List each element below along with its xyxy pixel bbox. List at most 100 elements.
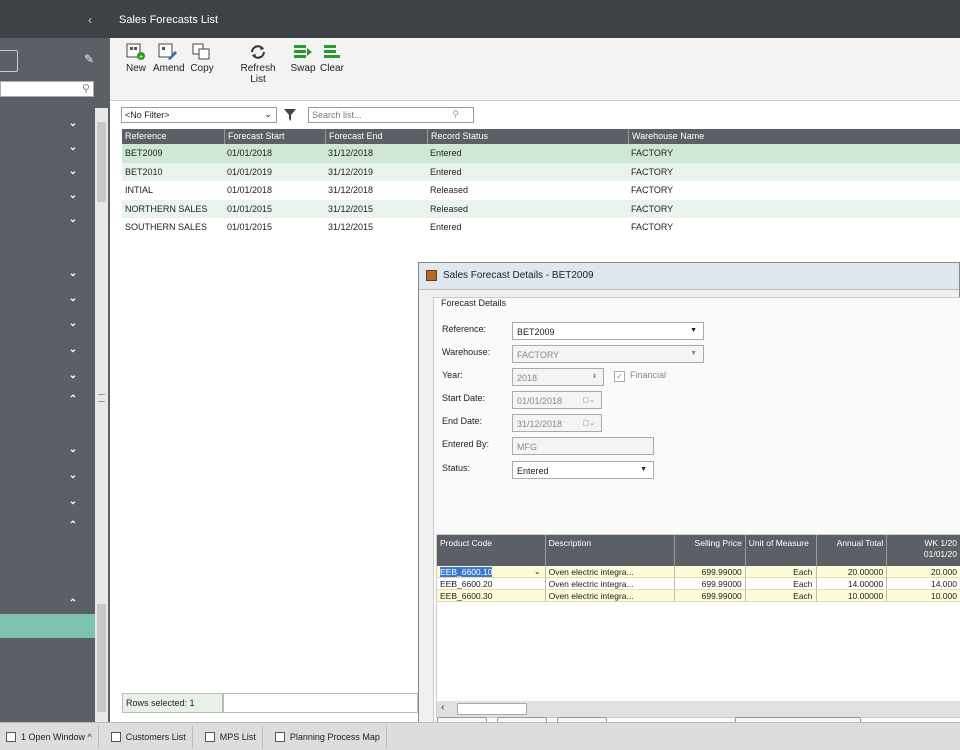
search-icon: ⚲ — [452, 109, 459, 119]
warehouse-dropdown[interactable]: FACTORY ▼ — [512, 345, 704, 363]
expand-chevron-icon[interactable]: ⌄ — [66, 214, 80, 225]
open-windows-button[interactable]: 1 Open Window ^ — [0, 725, 99, 748]
end-date-picker[interactable]: 31/12/2018 ▢⌄ — [512, 414, 602, 432]
chevron-down-icon: ⌄ — [264, 109, 272, 119]
calendar-icon[interactable]: ▢⌄ — [583, 419, 595, 427]
expand-chevron-icon[interactable]: ⌄ — [66, 166, 80, 177]
taskbar-mps-list[interactable]: MPS List — [199, 725, 263, 748]
collapse-chevron-up-icon[interactable]: ⌃ — [66, 598, 80, 609]
new-icon: + — [126, 43, 145, 61]
sidebar-search-input[interactable]: ⚲ — [0, 81, 94, 97]
collapse-chevron-icon[interactable]: ‹ — [88, 13, 92, 27]
scroll-left-icon[interactable]: ‹ — [441, 702, 444, 713]
expand-chevron-icon[interactable]: ⌄ — [66, 318, 80, 329]
product-code-value: EEB_6600.10 — [440, 567, 493, 577]
column-header[interactable]: Selling Price — [674, 535, 745, 566]
chevron-down-icon[interactable]: ⌄ — [534, 566, 541, 577]
column-header[interactable]: Forecast Start — [224, 129, 325, 144]
filter-funnel-icon[interactable] — [284, 109, 296, 121]
column-header[interactable]: Unit of Measure — [744, 535, 816, 566]
cell-status: Entered — [430, 222, 462, 232]
refresh-list-button[interactable]: Refresh List — [232, 43, 284, 85]
search-list-input[interactable]: Search list... ⚲ — [308, 107, 474, 123]
taskbar-customers-list[interactable]: Customers List — [105, 725, 193, 748]
products-header: Product Code Description Selling Price U… — [437, 535, 960, 566]
warehouse-label: Warehouse: — [442, 347, 491, 357]
expand-chevron-icon[interactable]: ⌄ — [66, 293, 80, 304]
product-row[interactable]: EEB_6600.20 Oven electric integra... 699… — [437, 578, 960, 590]
horizontal-scrollbar[interactable]: ‹ — [437, 701, 960, 717]
taskbar-planning-process-map[interactable]: Planning Process Map — [269, 725, 387, 748]
copy-icon — [192, 43, 210, 60]
warehouse-value: FACTORY — [517, 350, 560, 360]
filter-select[interactable]: <No Filter> ⌄ — [121, 107, 277, 123]
table-row[interactable]: NORTHERN SALES 01/01/2015 31/12/2015 Releas… — [122, 199, 960, 218]
cell-reference: SOUTHERN SALES — [125, 222, 208, 232]
collapse-chevron-up-icon[interactable]: ⌃ — [66, 394, 80, 405]
reference-dropdown[interactable]: BET2009 ▼ — [512, 322, 704, 340]
annual-total-cell: 20.00000 — [815, 566, 887, 577]
sidebar-scrollbar[interactable] — [95, 108, 108, 722]
week-cell[interactable]: 10.000 — [886, 590, 960, 601]
start-date-value: 01/01/2018 — [517, 396, 563, 406]
expand-chevron-icon[interactable]: ⌄ — [66, 190, 80, 201]
dialog-title-bar[interactable]: Sales Forecast Details - BET2009 — [419, 263, 959, 290]
dropdown-arrow-icon: ▼ — [640, 466, 647, 473]
table-row[interactable]: BET2010 01/01/2019 31/12/2019 Entered FACTOR… — [122, 162, 960, 181]
table-row[interactable]: SOUTHERN SALES 01/01/2015 31/12/2015 Entere… — [122, 218, 960, 237]
swap-button[interactable]: Swap — [290, 43, 316, 74]
expand-chevron-icon[interactable]: ⌄ — [66, 344, 80, 355]
new-label: New — [125, 63, 146, 74]
reference-label: Reference: — [442, 324, 487, 334]
column-header[interactable]: WK 1/20 01/01/20 — [886, 535, 960, 566]
financial-checkbox[interactable]: ✓ — [614, 371, 625, 382]
scroll-thumb[interactable] — [457, 703, 527, 715]
amend-button[interactable]: Amend — [153, 43, 185, 74]
clear-icon — [324, 45, 340, 58]
column-header[interactable]: Description — [544, 535, 674, 566]
product-row[interactable]: EEB_6600.30 Oven electric integra... 699… — [437, 590, 960, 602]
cell-warehouse: FACTORY — [631, 203, 674, 214]
expand-chevron-icon[interactable]: ⌄ — [66, 268, 80, 279]
expand-chevron-icon[interactable]: ⌄ — [66, 370, 80, 381]
cell-start: 01/01/2015 — [227, 222, 273, 232]
process-map-icon — [274, 731, 285, 742]
edit-pencil-icon[interactable]: ✎ — [84, 52, 94, 66]
product-code-cell[interactable]: EEB_6600.10 ⌄ — [437, 566, 545, 577]
mps-list-label: MPS List — [219, 731, 256, 742]
column-header[interactable]: Reference — [122, 129, 224, 144]
collapse-chevron-up-icon[interactable]: ⌃ — [66, 520, 80, 531]
new-button[interactable]: + New — [125, 43, 147, 74]
clear-button[interactable]: Clear — [320, 43, 344, 74]
cell-end: 31/12/2018 — [328, 185, 374, 195]
sales-forecast-details-dialog: Sales Forecast Details - BET2009 Forecas… — [418, 262, 960, 750]
product-row[interactable]: EEB_6600.10 ⌄ Oven electric integra... 69… — [437, 566, 960, 578]
product-code-cell[interactable]: EEB_6600.20 — [437, 578, 545, 589]
week-cell[interactable]: 14.000 — [886, 578, 960, 589]
week-cell[interactable]: 20.000 — [886, 566, 960, 577]
table-row[interactable]: BET2009 01/01/2018 31/12/2018 Entered FACTOR… — [122, 144, 960, 163]
copy-button[interactable]: Copy — [190, 43, 214, 74]
column-header[interactable]: Annual Total — [815, 535, 887, 566]
forecasts-table: Reference Forecast Start Forecast End Re… — [122, 129, 960, 237]
window-icon — [6, 731, 16, 742]
expand-chevron-icon[interactable]: ⌄ — [66, 470, 80, 481]
product-code-cell[interactable]: EEB_6600.30 — [437, 590, 545, 601]
column-header[interactable]: Warehouse Name — [628, 129, 960, 144]
year-stepper[interactable]: 2018 ⬍ — [512, 368, 604, 386]
calendar-icon[interactable]: ▢⌄ — [583, 396, 595, 404]
expand-chevron-icon[interactable]: ⌄ — [66, 444, 80, 455]
column-header[interactable]: Product Code — [437, 535, 545, 566]
expand-chevron-icon[interactable]: ⌄ — [66, 496, 80, 507]
expand-chevron-icon[interactable]: ⌄ — [66, 142, 80, 153]
sidebar-company-field[interactable] — [0, 50, 18, 72]
status-dropdown[interactable]: Entered ▼ — [512, 461, 654, 479]
start-date-picker[interactable]: 01/01/2018 ▢⌄ — [512, 391, 602, 409]
sidebar-selected-item[interactable] — [0, 614, 95, 638]
dialog-app-icon — [426, 270, 437, 281]
column-header[interactable]: Forecast End — [325, 129, 427, 144]
expand-chevron-icon[interactable]: ⌄ — [66, 118, 80, 129]
table-row[interactable]: INTIAL 01/01/2018 31/12/2018 Released FACTOR… — [122, 181, 960, 200]
stepper-icon[interactable]: ⬍ — [592, 373, 597, 380]
column-header[interactable]: Record Status — [427, 129, 628, 144]
